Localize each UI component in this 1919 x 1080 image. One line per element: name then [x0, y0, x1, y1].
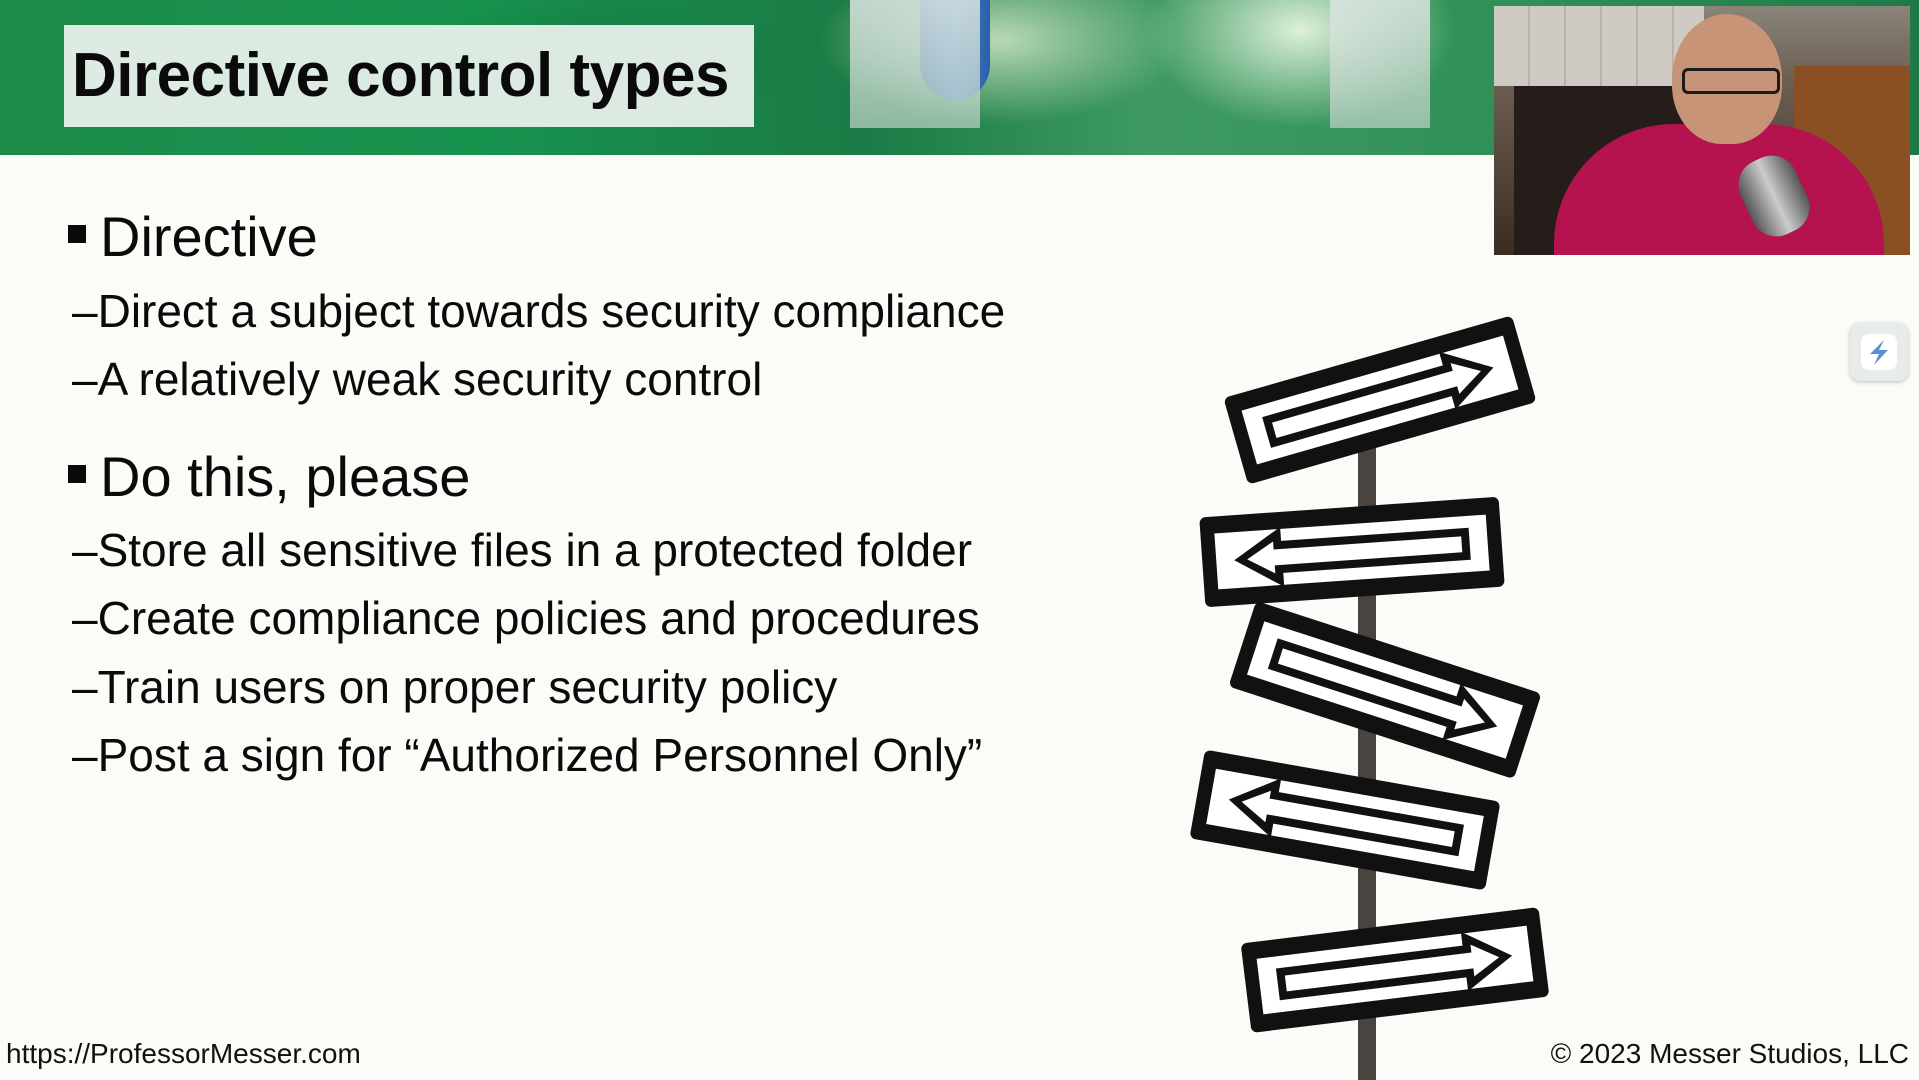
dash-prefix: – — [72, 353, 98, 405]
dash-prefix: – — [72, 592, 98, 644]
banner-lamp-decor — [850, 0, 980, 128]
presenter-webcam — [1494, 6, 1910, 255]
slide-title: Directive control types — [72, 41, 729, 110]
sign-arrow-right — [1229, 602, 1541, 778]
presenter-glasses — [1682, 68, 1780, 94]
section-heading: Do this, please — [100, 445, 471, 508]
bullet-square — [68, 465, 86, 483]
sign-arrow-right — [1241, 907, 1549, 1033]
banner-lamp-decor — [1330, 0, 1430, 128]
list-item-text: Post a sign for “Authorized Personnel On… — [97, 729, 983, 781]
footer-url[interactable]: https://ProfessorMesser.com — [6, 1038, 361, 1070]
list-item: –A relatively weak security control — [72, 352, 762, 406]
list-item: –Create compliance policies and procedur… — [72, 591, 980, 645]
lightning-icon — [1861, 334, 1897, 370]
slides-app-icon[interactable] — [1850, 323, 1908, 381]
list-item-text: A relatively weak security control — [97, 353, 763, 405]
list-item: –Direct a subject towards security compl… — [72, 284, 1005, 338]
list-item: –Store all sensitive files in a protecte… — [72, 523, 972, 577]
bullet-square — [68, 225, 86, 243]
dash-prefix: – — [72, 524, 98, 576]
direction-arrow-signs — [1190, 316, 1549, 1080]
dash-prefix: – — [72, 661, 98, 713]
list-item-text: Direct a subject towards security compli… — [97, 285, 1006, 337]
list-item-text: Store all sensitive files in a protected… — [97, 524, 973, 576]
sign-arrow-left — [1190, 750, 1500, 890]
section-heading: Directive — [100, 205, 318, 268]
sign-arrow-right — [1224, 316, 1536, 484]
dash-prefix: – — [72, 729, 98, 781]
dash-prefix: – — [72, 285, 98, 337]
list-item: –Train users on proper security policy — [72, 660, 837, 714]
list-item-text: Create compliance policies and procedure… — [97, 592, 980, 644]
list-item: –Post a sign for “Authorized Personnel O… — [72, 728, 982, 782]
footer-copyright: © 2023 Messer Studios, LLC — [1550, 1038, 1909, 1069]
list-item-text: Train users on proper security policy — [97, 661, 838, 713]
sign-arrow-left — [1199, 497, 1505, 607]
